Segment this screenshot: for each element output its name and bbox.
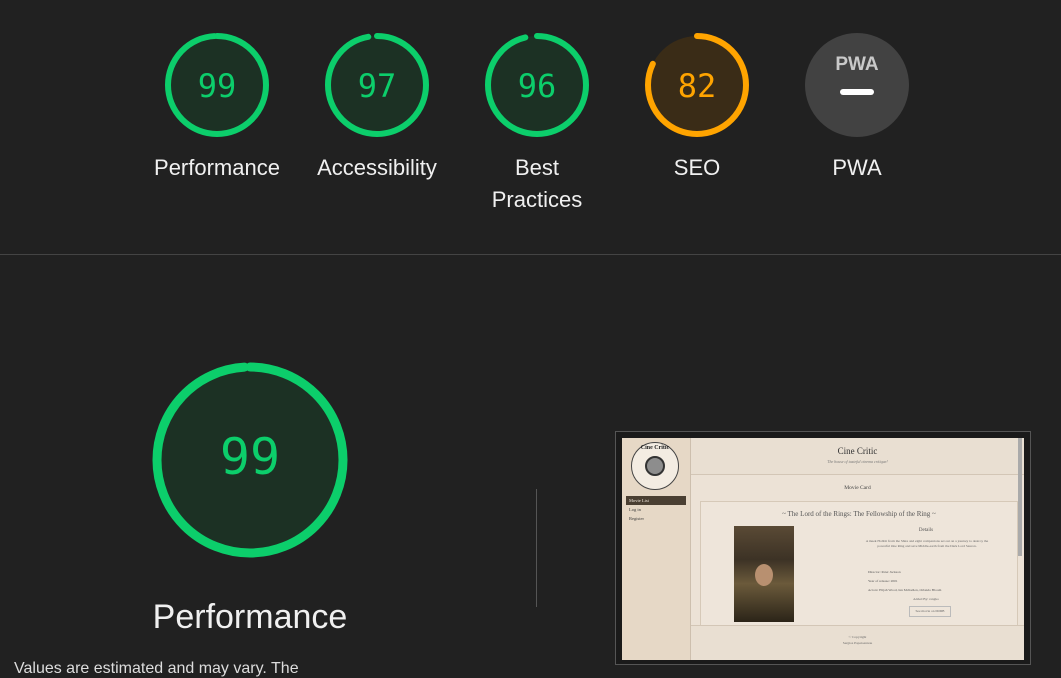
pwa-badge-text: PWA (835, 54, 879, 75)
gauge-label: SEO (673, 155, 721, 180)
card-heading: Movie Card (844, 485, 871, 491)
gauge-label: PWA (832, 155, 882, 180)
score-ring: 96 (485, 33, 589, 137)
gauge-seo[interactable]: 82 SEO (622, 32, 772, 184)
nav-login: Log in (629, 507, 641, 512)
movie-year: Year of release: 2001 (868, 579, 898, 583)
category-gauges: 99 Performance 97 Accessibility 96 Best … (0, 0, 1061, 254)
movie-director: Director: Peter Jackson (868, 570, 901, 574)
gauge-pwa[interactable]: PWA PWA (782, 32, 932, 184)
gauge-performance[interactable]: 99 Performance (142, 32, 292, 184)
score-value: 82 (678, 67, 717, 105)
score-ring: 82 (645, 33, 749, 137)
main-score-label: Performance (152, 598, 348, 636)
imdb-button: See movie on IMDB (909, 606, 951, 617)
score-value: 96 (518, 67, 557, 105)
site-subtitle: The house of tasteful cinema critique! (827, 459, 888, 464)
dash-icon (840, 89, 874, 95)
final-screenshot[interactable]: Cine Critic Movie List Log in Register C… (615, 431, 1031, 665)
movie-poster (734, 526, 794, 622)
nav-movie-list: Movie List (626, 496, 686, 505)
movie-added-by: Added By: rangko (913, 597, 939, 601)
gauge-label: Performance (154, 155, 280, 180)
main-score-gauge: 99 (150, 360, 350, 565)
score-ring: 99 (152, 362, 348, 558)
page-preview: Cine Critic Movie List Log in Register C… (622, 438, 1024, 660)
metrics-description: Values are estimated and may vary. The (14, 660, 299, 677)
score-ring: 97 (325, 33, 429, 137)
gauge-accessibility[interactable]: 97 Accessibility (302, 32, 452, 184)
footer-author: Sergios Papaioannou (842, 641, 873, 645)
movie-actors: Actors: Elijah Wood, Ian McKellen, Orlan… (868, 588, 942, 592)
main-score-value: 99 (220, 428, 280, 486)
movie-card: ~ The Lord of the Rings: The Fellowship … (700, 501, 1018, 628)
score-value: 99 (198, 67, 237, 105)
preview-sidebar: Cine Critic Movie List Log in Register (622, 438, 691, 660)
logo-icon: Cine Critic (631, 442, 679, 490)
section-divider (0, 254, 1061, 255)
site-title: Cine Critic (837, 446, 878, 456)
score-ring: 99 (165, 33, 269, 137)
score-value: 97 (358, 67, 397, 105)
nav-register: Register (629, 516, 644, 521)
gauge-label: Best Practices (491, 155, 583, 212)
preview-footer: © Copyright Sergios Papaioannou (691, 625, 1024, 660)
movie-title: ~ The Lord of the Rings: The Fellowship … (782, 510, 936, 518)
movie-description: A meek Hobbit from the Shire and eight c… (865, 539, 989, 548)
details-heading: Details (918, 528, 934, 533)
gauge-label: Accessibility (317, 155, 437, 180)
preview-scrollbar (1018, 438, 1022, 556)
gauge-best-practices[interactable]: 96 Best Practices (462, 32, 612, 216)
vertical-separator (536, 489, 537, 607)
pwa-badge-icon: PWA (805, 33, 909, 137)
logo-text: Cine Critic (640, 445, 670, 451)
footer-copyright: © Copyright (848, 635, 867, 639)
preview-header: Cine Critic The house of tasteful cinema… (691, 438, 1024, 475)
eye-icon (645, 456, 665, 476)
